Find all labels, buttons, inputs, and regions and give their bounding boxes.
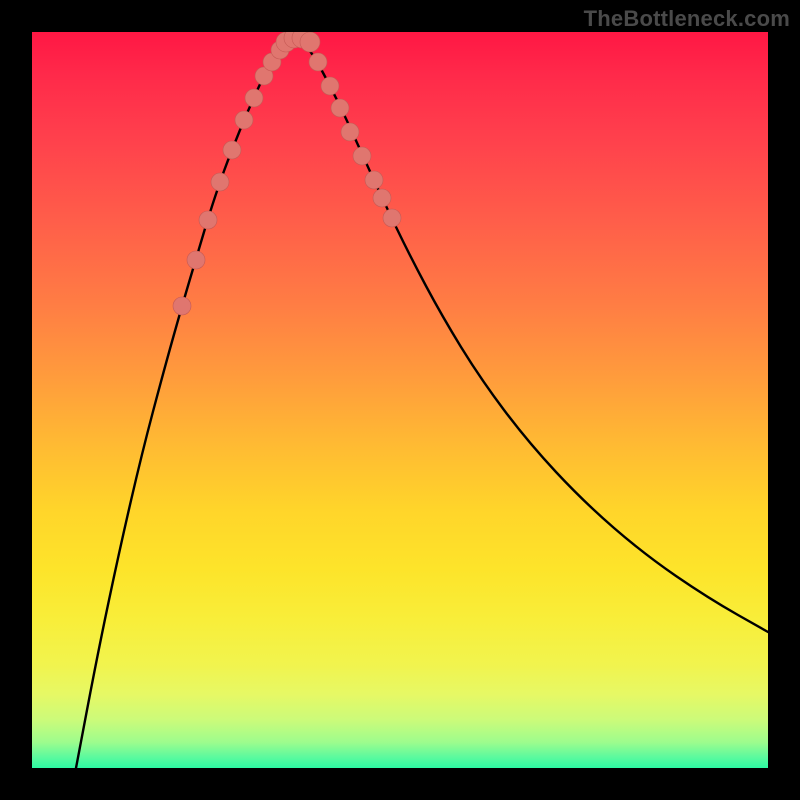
data-dot	[383, 209, 401, 227]
data-dot	[353, 147, 371, 165]
data-dot	[309, 53, 327, 71]
data-dot	[373, 189, 391, 207]
data-dot	[211, 173, 229, 191]
data-dot	[235, 111, 253, 129]
curve-layer	[32, 32, 768, 768]
plot-area	[32, 32, 768, 768]
data-dot	[341, 123, 359, 141]
data-dot	[321, 77, 339, 95]
outer-frame: TheBottleneck.com	[0, 0, 800, 800]
data-dot	[199, 211, 217, 229]
data-dot	[331, 99, 349, 117]
watermark-text: TheBottleneck.com	[584, 6, 790, 32]
data-dot	[300, 32, 320, 52]
data-dot	[187, 251, 205, 269]
data-dot	[173, 297, 191, 315]
right-curve	[300, 38, 768, 632]
data-dot	[365, 171, 383, 189]
data-dot	[245, 89, 263, 107]
left-curve	[76, 38, 290, 768]
data-dot	[223, 141, 241, 159]
